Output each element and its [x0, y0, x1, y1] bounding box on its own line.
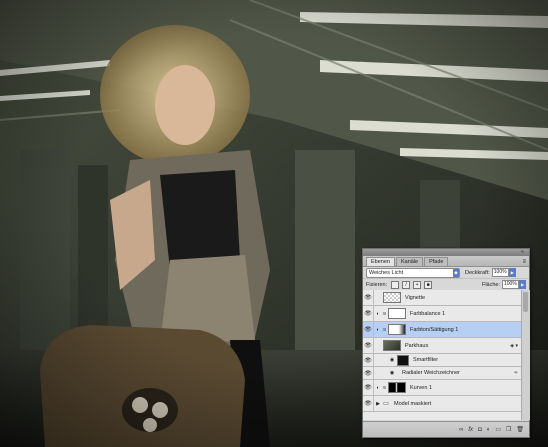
eye-icon[interactable]: 👁 [363, 396, 374, 411]
lock-transparency-icon[interactable] [391, 280, 400, 289]
layer-thumbnail [383, 340, 401, 351]
adjustment-icon: ◐ [376, 384, 380, 391]
layer-radialer-weichzeichner[interactable]: 👁 ◉ Radialer Weichzeichner ≂ [363, 367, 521, 380]
panel-titlebar[interactable]: « [363, 249, 529, 256]
layer-farbton-saettigung[interactable]: 👁 ◐ 8 Farbton/Sättigung 1 [363, 322, 521, 338]
adjustment-icon: ◐ [376, 310, 380, 317]
link-icon: 8 [383, 327, 386, 332]
lock-position-icon[interactable]: + [413, 280, 422, 289]
layer-name: Parkhaus [405, 342, 429, 349]
filter-mask-thumbnail [397, 354, 409, 366]
scrollbar-thumb[interactable] [523, 292, 528, 312]
filter-eye-icon[interactable]: ◉ [388, 357, 396, 363]
close-panel-icon[interactable]: « [521, 250, 526, 255]
eye-icon[interactable]: 👁 [363, 306, 374, 321]
blend-mode-select[interactable]: Weiches Licht ◆ [366, 267, 460, 278]
lock-label: Fixieren: [366, 281, 388, 288]
blend-row: Weiches Licht ◆ Deckkraft: 100% ▶ [363, 267, 529, 279]
eye-icon[interactable]: 👁 [363, 354, 374, 366]
tab-pfade[interactable]: Pfade [424, 257, 449, 266]
eye-icon[interactable]: 👁 [363, 290, 374, 305]
eye-icon[interactable]: 👁 [363, 338, 374, 353]
layer-name: Model maskiert [394, 400, 432, 407]
link-icon: 8 [383, 311, 386, 316]
opacity-input[interactable]: 100% [491, 268, 509, 277]
opacity-arrow-icon[interactable]: ▶ [508, 268, 516, 277]
tab-kanaele[interactable]: Kanäle [395, 257, 424, 266]
tab-ebenen[interactable]: Ebenen [366, 257, 395, 266]
panel-footer: ∞ fx ◘ ◐ ▭ ❐ 🗑 [363, 421, 529, 437]
layers-panel: « Ebenen Kanäle Pfade ≡ Weiches Licht ◆ … [362, 248, 530, 438]
chevron-right-icon[interactable]: ▶ [374, 401, 382, 407]
fill-input[interactable]: 100% [502, 280, 519, 289]
layer-name: Farbbalance 1 [410, 310, 446, 317]
fill-label: Fläche: [481, 281, 500, 288]
folder-icon: ▭ [383, 401, 389, 407]
mask-thumbnail [388, 324, 406, 335]
fx-icon[interactable]: fx [468, 427, 473, 433]
filter-eye-icon[interactable]: ◉ [388, 370, 396, 376]
eye-icon[interactable]: 👁 [363, 322, 374, 337]
group-icon[interactable]: ▭ [495, 426, 501, 433]
chevron-down-icon: ◆ [453, 268, 459, 277]
layers-scrollbar[interactable] [521, 290, 530, 420]
layer-vignette[interactable]: 👁 Vignette [363, 290, 521, 306]
adjustment-icon[interactable]: ◐ [487, 427, 491, 433]
fill-arrow-icon[interactable]: ▶ [519, 280, 526, 289]
panel-menu-icon[interactable]: ≡ [522, 258, 526, 266]
layer-name: Kurven 1 [410, 384, 433, 391]
layer-smartfilter[interactable]: 👁 ◉ Smartfilter [363, 354, 521, 367]
new-layer-icon[interactable]: ❐ [506, 426, 511, 433]
layer-name: Vignette [405, 294, 426, 301]
mask-icon[interactable]: ◘ [478, 427, 482, 433]
layer-thumbnail [383, 292, 401, 303]
blend-mode-value: Weiches Licht [369, 269, 404, 276]
layer-name: Smartfilter [413, 357, 439, 363]
adjustment-icon: ◐ [376, 326, 380, 333]
smart-object-icon: ◈ ▾ [510, 342, 518, 349]
layer-model-maskiert[interactable]: 👁 ▶ ▭ Model maskiert [363, 396, 521, 412]
link-icon: 8 [383, 385, 386, 390]
opacity-label: Deckkraft: [465, 269, 490, 276]
layers-list: 👁 Vignette 👁 ◐ 8 Farbbalance 1 👁 ◐ 8 Far… [363, 290, 521, 420]
layer-kurven[interactable]: 👁 ◐ 8 Kurven 1 [363, 380, 521, 396]
filter-options-icon[interactable]: ≂ [514, 370, 518, 376]
lock-all-icon[interactable]: ■ [424, 280, 433, 289]
layer-name: Radialer Weichzeichner [402, 370, 460, 376]
layer-farbbalance[interactable]: 👁 ◐ 8 Farbbalance 1 [363, 306, 521, 322]
eye-icon[interactable]: 👁 [363, 367, 374, 379]
mask-thumbnail [388, 308, 406, 319]
mask-thumbnail [388, 382, 406, 393]
eye-icon[interactable]: 👁 [363, 380, 374, 395]
link-icon[interactable]: ∞ [459, 427, 463, 433]
layer-name: Farbton/Sättigung 1 [410, 326, 459, 333]
layer-parkhaus[interactable]: 👁 Parkhaus ◈ ▾ [363, 338, 521, 354]
panel-tabs: Ebenen Kanäle Pfade ≡ [363, 256, 529, 267]
lock-pixels-icon[interactable]: / [402, 280, 411, 289]
trash-icon[interactable]: 🗑 [516, 426, 524, 433]
